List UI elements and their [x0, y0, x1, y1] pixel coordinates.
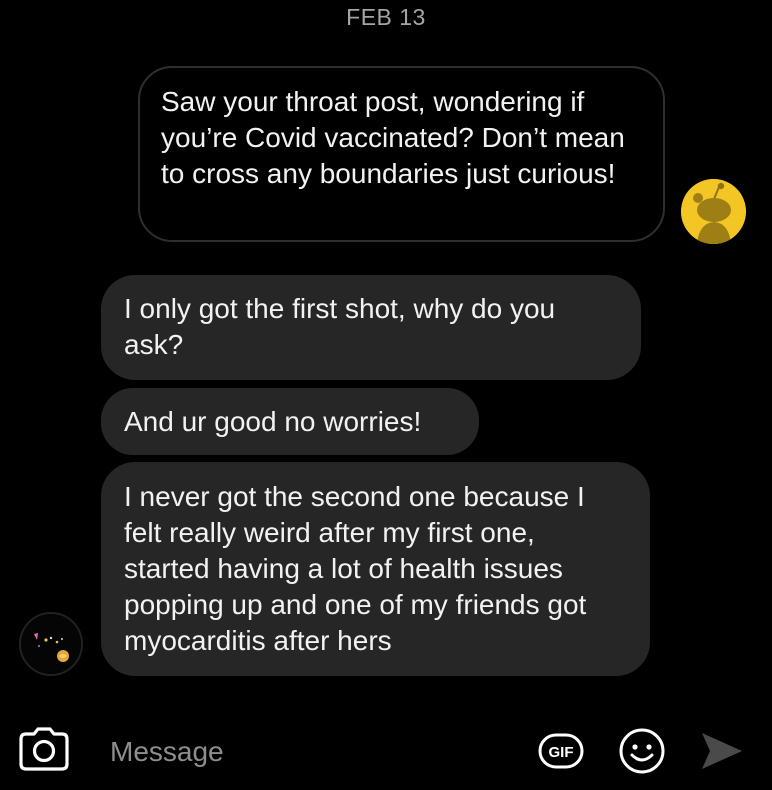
- message-bubble-received[interactable]: I never got the second one because I fel…: [101, 462, 650, 676]
- message-bubble-sent[interactable]: Saw your throat post, wondering if you’r…: [138, 66, 665, 242]
- message-bubble-received[interactable]: I only got the first shot, why do you as…: [101, 275, 641, 380]
- emoji-icon[interactable]: [617, 726, 667, 781]
- message-input[interactable]: [110, 732, 510, 772]
- send-icon[interactable]: [699, 728, 745, 779]
- chat-screen: FEB 13 Saw your throat post, wondering i…: [0, 0, 772, 790]
- date-header: FEB 13: [346, 4, 426, 30]
- camera-icon[interactable]: [18, 725, 70, 778]
- gif-button[interactable]: GIF: [537, 727, 585, 780]
- user-avatar-icon[interactable]: [19, 612, 83, 676]
- message-bubble-received[interactable]: And ur good no worries!: [101, 388, 479, 455]
- gif-label: GIF: [549, 744, 574, 761]
- message-composer: GIF: [0, 712, 772, 790]
- snoo-avatar-icon[interactable]: [681, 179, 746, 244]
